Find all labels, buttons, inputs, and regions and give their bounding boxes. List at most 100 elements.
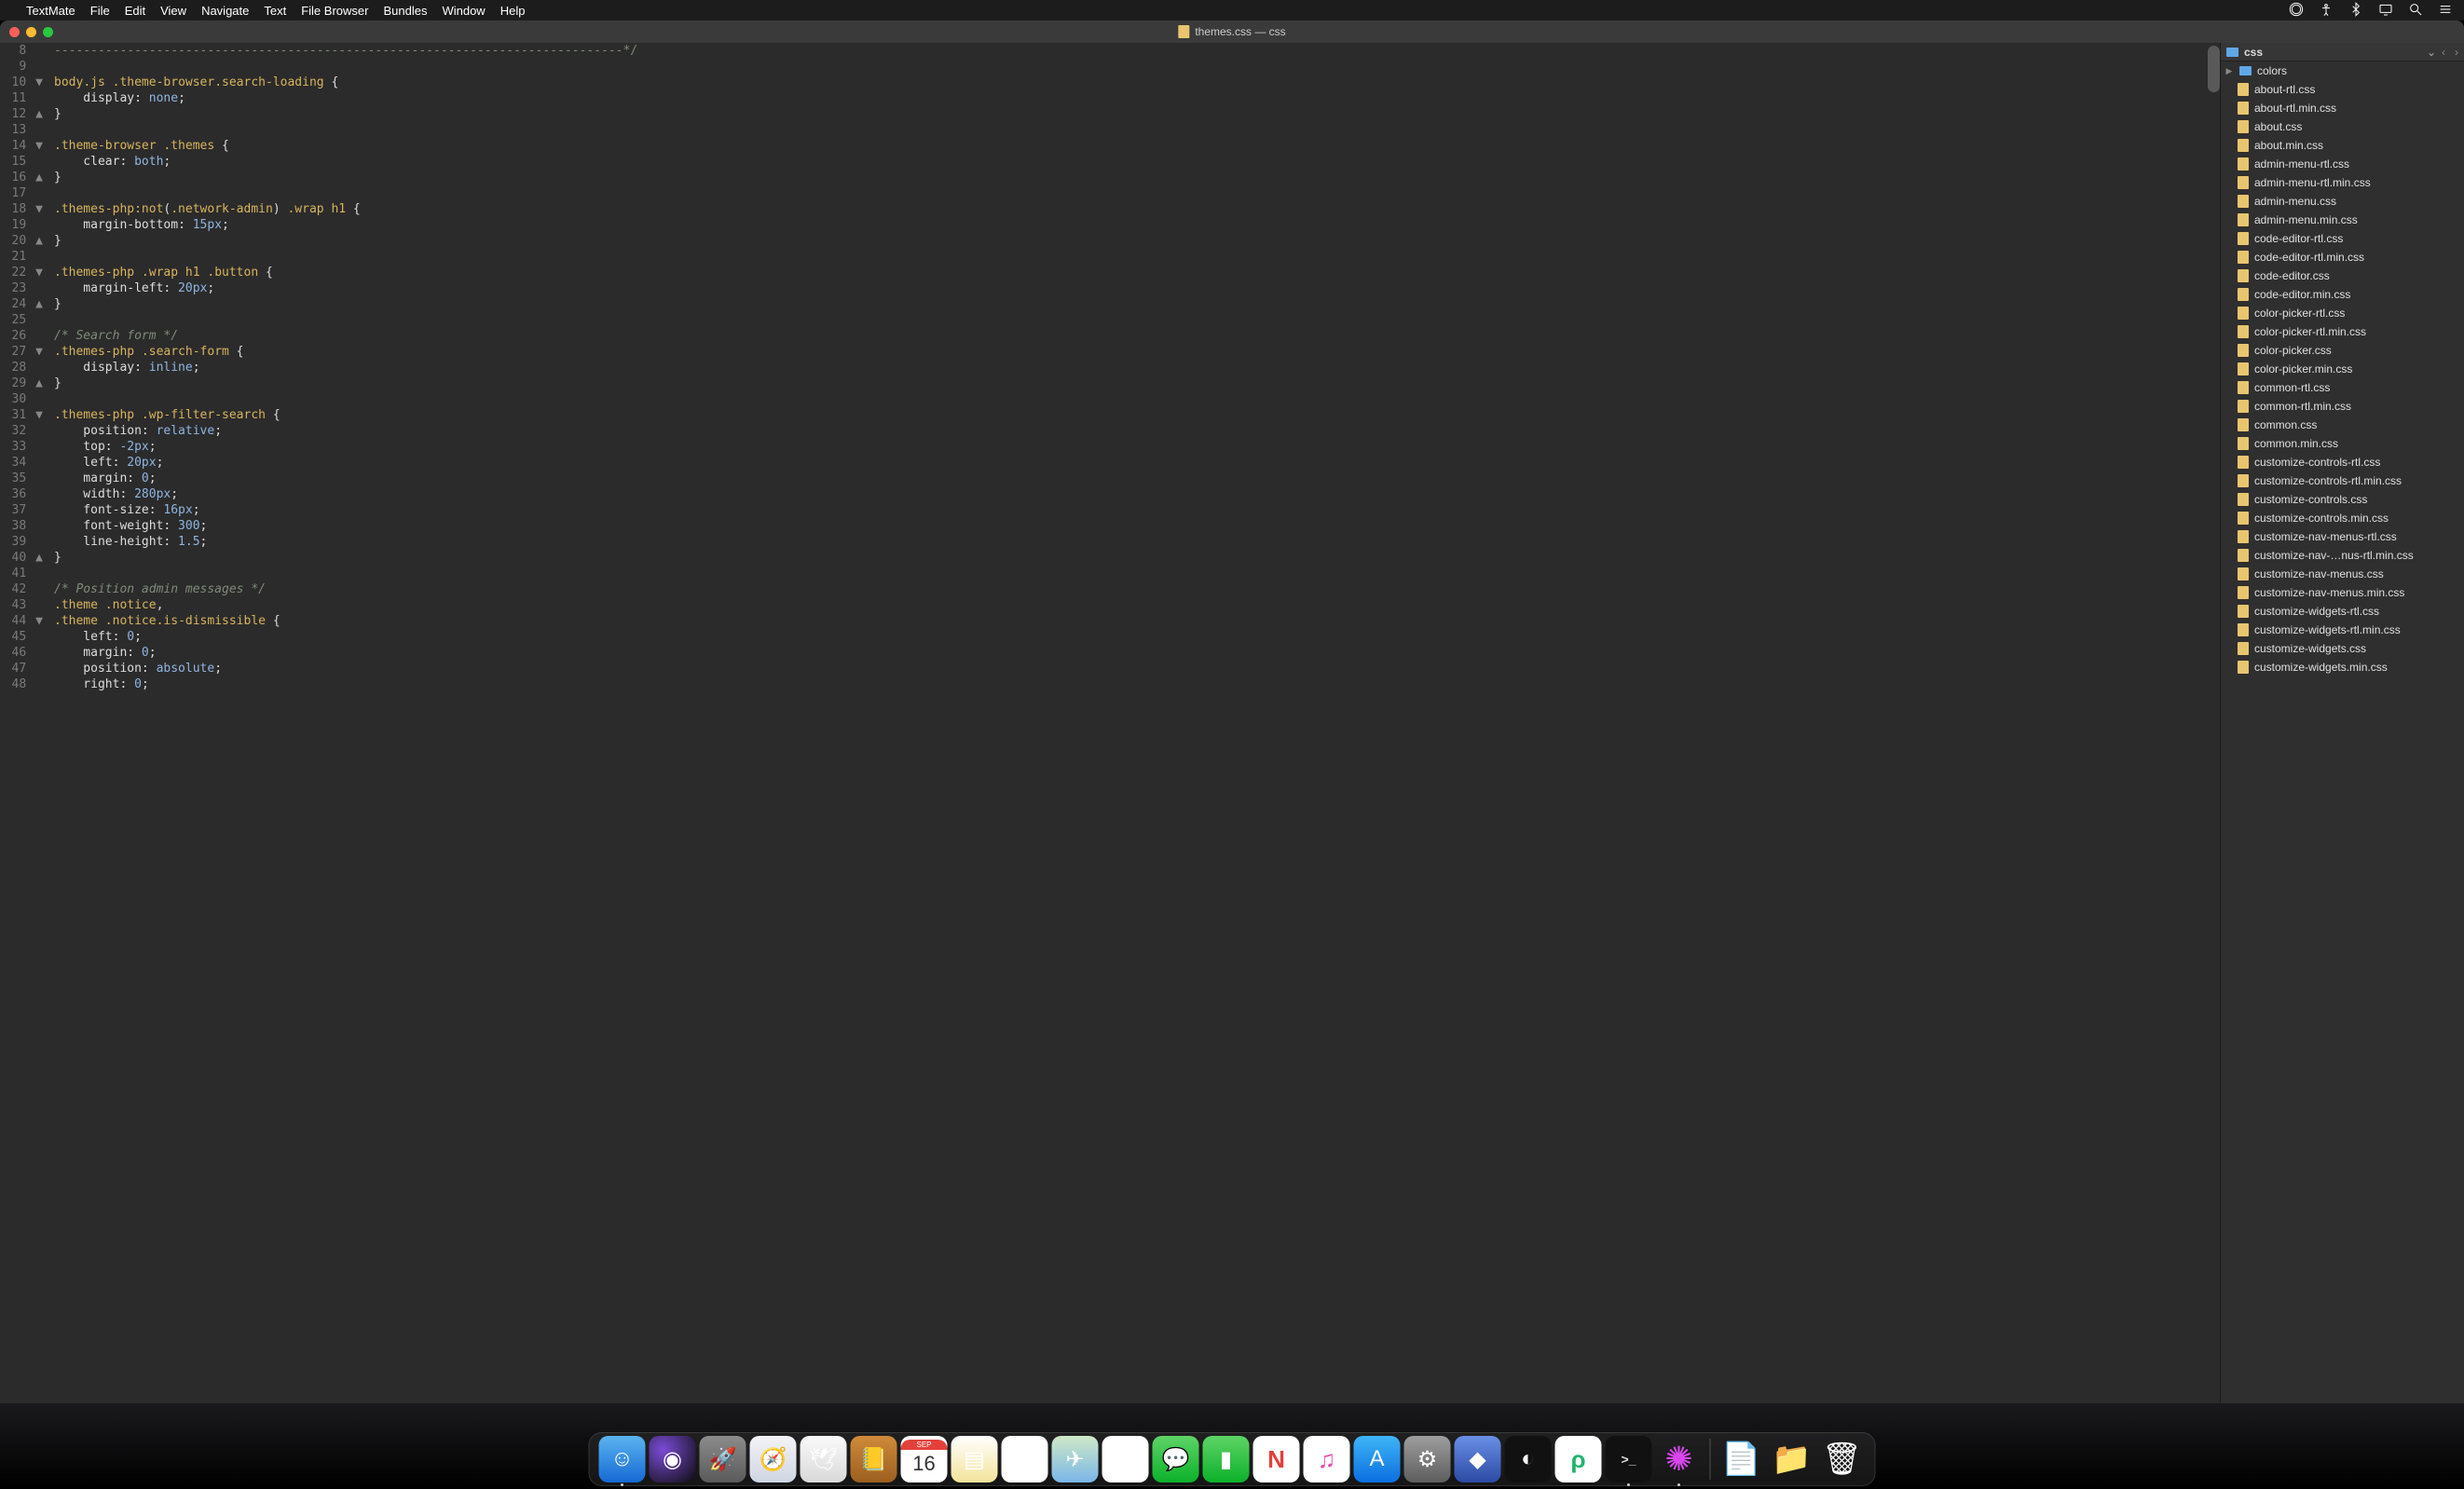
code-line[interactable]: .themes-php:not(.network-admin) .wrap h1… (54, 201, 2220, 217)
file-row[interactable]: customize-controls.min.css (2221, 509, 2464, 527)
editor-scrollbar-thumb[interactable] (2208, 46, 2220, 92)
file-row[interactable]: customize-nav-…nus-rtl.min.css (2221, 546, 2464, 565)
dock-app-app-dark[interactable]: ◐ (1505, 1436, 1552, 1482)
dock-app-news[interactable]: N (1253, 1436, 1300, 1482)
line-number[interactable]: 19 (0, 217, 45, 233)
code-line[interactable] (54, 566, 2220, 581)
line-number[interactable]: 17 (0, 185, 45, 201)
file-row[interactable]: customize-controls-rtl.min.css (2221, 471, 2464, 490)
dock-app-facetime[interactable]: ▮ (1203, 1436, 1250, 1482)
line-number[interactable]: 29 ▲ (0, 376, 45, 391)
file-row[interactable]: customize-nav-menus.min.css (2221, 583, 2464, 602)
code-line[interactable]: .themes-php .wrap h1 .button { (54, 265, 2220, 280)
file-row[interactable]: customize-widgets.css (2221, 639, 2464, 658)
code-line[interactable]: position: relative; (54, 423, 2220, 439)
minimize-button[interactable] (26, 27, 36, 37)
code-line[interactable]: .theme .notice.is-dismissible { (54, 613, 2220, 629)
line-number-gutter[interactable]: 8 9 10 ▼11 12 ▲13 14 ▼15 16 ▲17 18 ▼19 2… (0, 43, 48, 1469)
dock-app-siri[interactable]: ◉ (650, 1436, 696, 1482)
code-content[interactable]: ----------------------------------------… (48, 43, 2220, 1469)
line-number[interactable]: 14 ▼ (0, 138, 45, 154)
code-line[interactable]: font-size: 16px; (54, 502, 2220, 518)
code-line[interactable]: width: 280px; (54, 486, 2220, 502)
line-number[interactable]: 21 (0, 249, 45, 265)
line-number[interactable]: 30 (0, 391, 45, 407)
code-line[interactable] (54, 312, 2220, 328)
code-line[interactable]: margin-bottom: 15px; (54, 217, 2220, 233)
file-row[interactable]: code-editor-rtl.css (2221, 229, 2464, 248)
line-number[interactable]: 24 ▲ (0, 296, 45, 312)
line-number[interactable]: 38 (0, 518, 45, 534)
app-menu[interactable]: TextMate (26, 4, 75, 18)
code-line[interactable]: top: -2px; (54, 439, 2220, 455)
code-line[interactable]: display: inline; (54, 360, 2220, 376)
line-number[interactable]: 12 ▲ (0, 106, 45, 122)
dock-app-finder[interactable]: ☺ (599, 1436, 646, 1482)
line-number[interactable]: 23 (0, 280, 45, 296)
dock-app-textmate[interactable]: ✺ (1656, 1436, 1703, 1482)
file-row[interactable]: about-rtl.css (2221, 80, 2464, 99)
file-row[interactable]: customize-widgets-rtl.css (2221, 602, 2464, 621)
file-row[interactable]: about.css (2221, 117, 2464, 136)
creative-cloud-icon[interactable] (2289, 2, 2304, 20)
chevron-down-icon[interactable]: ⌄ (2427, 46, 2436, 59)
file-row[interactable]: admin-menu.css (2221, 192, 2464, 211)
file-browser-header[interactable]: css ⌄ ‹ › (2221, 43, 2464, 61)
line-number[interactable]: 47 (0, 661, 45, 676)
line-number[interactable]: 28 (0, 360, 45, 376)
code-line[interactable]: display: none; (54, 90, 2220, 106)
file-row[interactable]: color-picker.min.css (2221, 360, 2464, 378)
dock-tray-downloads[interactable]: 📁 (1769, 1436, 1815, 1482)
file-row[interactable]: common.css (2221, 416, 2464, 434)
close-button[interactable] (9, 27, 20, 37)
line-number[interactable]: 11 (0, 90, 45, 106)
file-row[interactable]: customize-nav-menus.css (2221, 565, 2464, 583)
line-number[interactable]: 31 ▼ (0, 407, 45, 423)
line-number[interactable]: 18 ▼ (0, 201, 45, 217)
line-number[interactable]: 43 (0, 597, 45, 613)
code-line[interactable]: ----------------------------------------… (54, 43, 2220, 59)
dock-app-launchpad[interactable]: 🚀 (700, 1436, 746, 1482)
code-line[interactable]: /* Search form */ (54, 328, 2220, 344)
zoom-button[interactable] (43, 27, 53, 37)
file-row[interactable]: about.min.css (2221, 136, 2464, 155)
code-line[interactable]: left: 20px; (54, 455, 2220, 471)
code-line[interactable]: .theme .notice, (54, 597, 2220, 613)
file-row[interactable]: customize-widgets-rtl.min.css (2221, 621, 2464, 639)
dock-app-contacts[interactable]: 📒 (851, 1436, 897, 1482)
code-line[interactable]: clear: both; (54, 154, 2220, 170)
spotlight-icon[interactable] (2408, 2, 2423, 20)
dock-app-messages[interactable]: 💬 (1153, 1436, 1199, 1482)
code-line[interactable]: margin: 0; (54, 471, 2220, 486)
line-number[interactable]: 48 (0, 676, 45, 692)
display-icon[interactable] (2378, 2, 2393, 20)
line-number[interactable]: 16 ▲ (0, 170, 45, 185)
line-number[interactable]: 8 (0, 43, 45, 59)
code-line[interactable] (54, 59, 2220, 75)
menu-edit[interactable]: Edit (125, 4, 145, 18)
code-line[interactable]: } (54, 550, 2220, 566)
code-line[interactable]: left: 0; (54, 629, 2220, 645)
file-row[interactable]: color-picker-rtl.css (2221, 304, 2464, 322)
file-row[interactable]: customize-controls.css (2221, 490, 2464, 509)
bluetooth-icon[interactable] (2348, 2, 2363, 20)
line-number[interactable]: 35 (0, 471, 45, 486)
line-number[interactable]: 39 (0, 534, 45, 550)
code-line[interactable] (54, 391, 2220, 407)
dock-app-calendar[interactable]: SEP16 (901, 1436, 948, 1482)
file-row[interactable]: customize-controls-rtl.css (2221, 453, 2464, 471)
file-row[interactable]: color-picker-rtl.min.css (2221, 322, 2464, 341)
line-number[interactable]: 33 (0, 439, 45, 455)
titlebar[interactable]: themes.css — css (0, 20, 2464, 43)
file-list[interactable]: ▶colorsabout-rtl.cssabout-rtl.min.cssabo… (2221, 61, 2464, 1469)
file-row[interactable]: about-rtl.min.css (2221, 99, 2464, 117)
file-row[interactable]: admin-menu-rtl.min.css (2221, 173, 2464, 192)
code-line[interactable]: } (54, 296, 2220, 312)
line-number[interactable]: 25 (0, 312, 45, 328)
folder-row[interactable]: ▶colors (2221, 61, 2464, 80)
menu-window[interactable]: Window (442, 4, 485, 18)
code-line[interactable]: .theme-browser .themes { (54, 138, 2220, 154)
code-line[interactable]: .themes-php .wp-filter-search { (54, 407, 2220, 423)
dock-app-app-green[interactable]: ρ (1555, 1436, 1602, 1482)
menu-file-browser[interactable]: File Browser (301, 4, 368, 18)
